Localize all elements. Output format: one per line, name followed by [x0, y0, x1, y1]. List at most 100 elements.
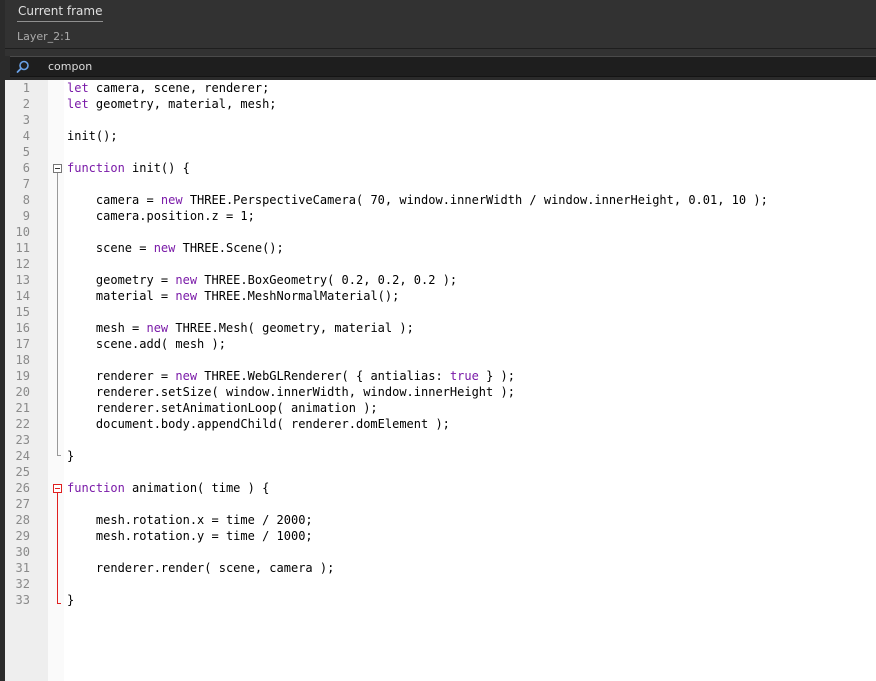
code-line[interactable]: 31 renderer.render( scene, camera ); [5, 560, 876, 576]
line-number: 14 [15, 289, 30, 303]
code-line[interactable]: 25 [5, 464, 876, 480]
code-text: mesh.rotation.x = time / 2000; [67, 513, 313, 527]
code-line[interactable]: 28 mesh.rotation.x = time / 2000; [5, 512, 876, 528]
code-text: renderer.setAnimationLoop( animation ); [67, 401, 378, 415]
line-number: 11 [15, 241, 30, 255]
line-number: 28 [15, 513, 30, 527]
line-number: 21 [15, 401, 30, 415]
line-number: 17 [15, 337, 30, 351]
code-line[interactable]: 5 [5, 144, 876, 160]
code-text: function animation( time ) { [67, 481, 270, 495]
line-number: 24 [15, 449, 30, 463]
fold-guide-end-active [57, 603, 61, 604]
line-number: 13 [15, 273, 30, 287]
code-text: material = new THREE.MeshNormalMaterial(… [67, 289, 400, 303]
line-number: 26 [15, 481, 30, 495]
search-icon[interactable] [15, 59, 31, 75]
code-line[interactable]: 26 function animation( time ) { [5, 480, 876, 496]
line-number: 5 [22, 145, 30, 159]
code-text: scene = new THREE.Scene(); [67, 241, 284, 255]
code-text: document.body.appendChild( renderer.domE… [67, 417, 450, 431]
line-number: 33 [15, 593, 30, 607]
code-line[interactable]: 18 [5, 352, 876, 368]
code-line[interactable]: 27 [5, 496, 876, 512]
line-number: 22 [15, 417, 30, 431]
code-line[interactable]: 22 document.body.appendChild( renderer.d… [5, 416, 876, 432]
code-text: mesh = new THREE.Mesh( geometry, materia… [67, 321, 414, 335]
line-number: 29 [15, 529, 30, 543]
fold-toggle-icon[interactable] [53, 164, 62, 173]
code-text: scene.add( mesh ); [67, 337, 226, 351]
code-text: } [67, 593, 75, 607]
fold-guide [57, 173, 58, 455]
line-number: 7 [22, 177, 30, 191]
code-line[interactable]: 30 [5, 544, 876, 560]
code-text: let camera, scene, renderer; [67, 81, 270, 95]
fold-guide-active [57, 493, 58, 603]
line-number: 31 [15, 561, 30, 575]
line-number: 6 [22, 161, 30, 175]
code-text: renderer.setSize( window.innerWidth, win… [67, 385, 515, 399]
line-number: 12 [15, 257, 30, 271]
line-number: 25 [15, 465, 30, 479]
line-number: 19 [15, 369, 30, 383]
code-text: } [67, 449, 75, 463]
code-line[interactable]: 23 [5, 432, 876, 448]
code-text: init(); [67, 129, 118, 143]
line-number: 23 [15, 433, 30, 447]
code-line[interactable]: 14 material = new THREE.MeshNormalMateri… [5, 288, 876, 304]
code-line[interactable]: 17 scene.add( mesh ); [5, 336, 876, 352]
code-text: mesh.rotation.y = time / 1000; [67, 529, 313, 543]
search-input[interactable] [48, 57, 748, 76]
code-line[interactable]: 32 [5, 576, 876, 592]
line-number: 30 [15, 545, 30, 559]
tab-current-frame[interactable]: Current frame [17, 3, 104, 22]
code-line[interactable]: 13 geometry = new THREE.BoxGeometry( 0.2… [5, 272, 876, 288]
code-line[interactable]: 29 mesh.rotation.y = time / 1000; [5, 528, 876, 544]
code-line[interactable]: 1 let camera, scene, renderer; [5, 80, 876, 96]
code-line[interactable]: 16 mesh = new THREE.Mesh( geometry, mate… [5, 320, 876, 336]
line-number: 8 [22, 193, 30, 207]
line-number: 16 [15, 321, 30, 335]
search-bar [10, 56, 876, 77]
code-line[interactable]: 10 [5, 224, 876, 240]
layer-label: Layer_2:1 [17, 30, 71, 43]
divider [5, 48, 876, 49]
code-line[interactable]: 7 [5, 176, 876, 192]
code-text: geometry = new THREE.BoxGeometry( 0.2, 0… [67, 273, 458, 287]
code-line[interactable]: 21 renderer.setAnimationLoop( animation … [5, 400, 876, 416]
code-line[interactable]: 15 [5, 304, 876, 320]
code-line[interactable]: 24} [5, 448, 876, 464]
code-line[interactable]: 2 let geometry, material, mesh; [5, 96, 876, 112]
code-text: camera.position.z = 1; [67, 209, 255, 223]
fold-guide-end [57, 455, 61, 456]
line-number: 32 [15, 577, 30, 591]
code-text: renderer.render( scene, camera ); [67, 561, 335, 575]
line-number: 10 [15, 225, 30, 239]
line-number: 4 [22, 129, 30, 143]
line-number: 27 [15, 497, 30, 511]
code-text: let geometry, material, mesh; [67, 97, 277, 111]
code-line[interactable]: 8 camera = new THREE.PerspectiveCamera( … [5, 192, 876, 208]
code-line[interactable]: 12 [5, 256, 876, 272]
code-text: camera = new THREE.PerspectiveCamera( 70… [67, 193, 768, 207]
code-text: renderer = new THREE.WebGLRenderer( { an… [67, 369, 515, 383]
code-line[interactable]: 4 init(); [5, 128, 876, 144]
line-number: 1 [22, 81, 30, 95]
code-line[interactable]: 33} [5, 592, 876, 608]
code-editor[interactable]: 1 let camera, scene, renderer; 2 let geomet… [5, 80, 876, 681]
line-number: 2 [22, 97, 30, 111]
code-line[interactable]: 20 renderer.setSize( window.innerWidth, … [5, 384, 876, 400]
line-number: 9 [22, 209, 30, 223]
line-number: 20 [15, 385, 30, 399]
fold-toggle-icon-active[interactable] [53, 484, 62, 493]
code-line[interactable]: 6 function init() { [5, 160, 876, 176]
line-number: 15 [15, 305, 30, 319]
code-line[interactable]: 19 renderer = new THREE.WebGLRenderer( {… [5, 368, 876, 384]
code-text: function init() { [67, 161, 190, 175]
line-number: 3 [22, 113, 30, 127]
code-line[interactable]: 3 [5, 112, 876, 128]
code-line[interactable]: 11 scene = new THREE.Scene(); [5, 240, 876, 256]
code-line[interactable]: 9 camera.position.z = 1; [5, 208, 876, 224]
line-number: 18 [15, 353, 30, 367]
